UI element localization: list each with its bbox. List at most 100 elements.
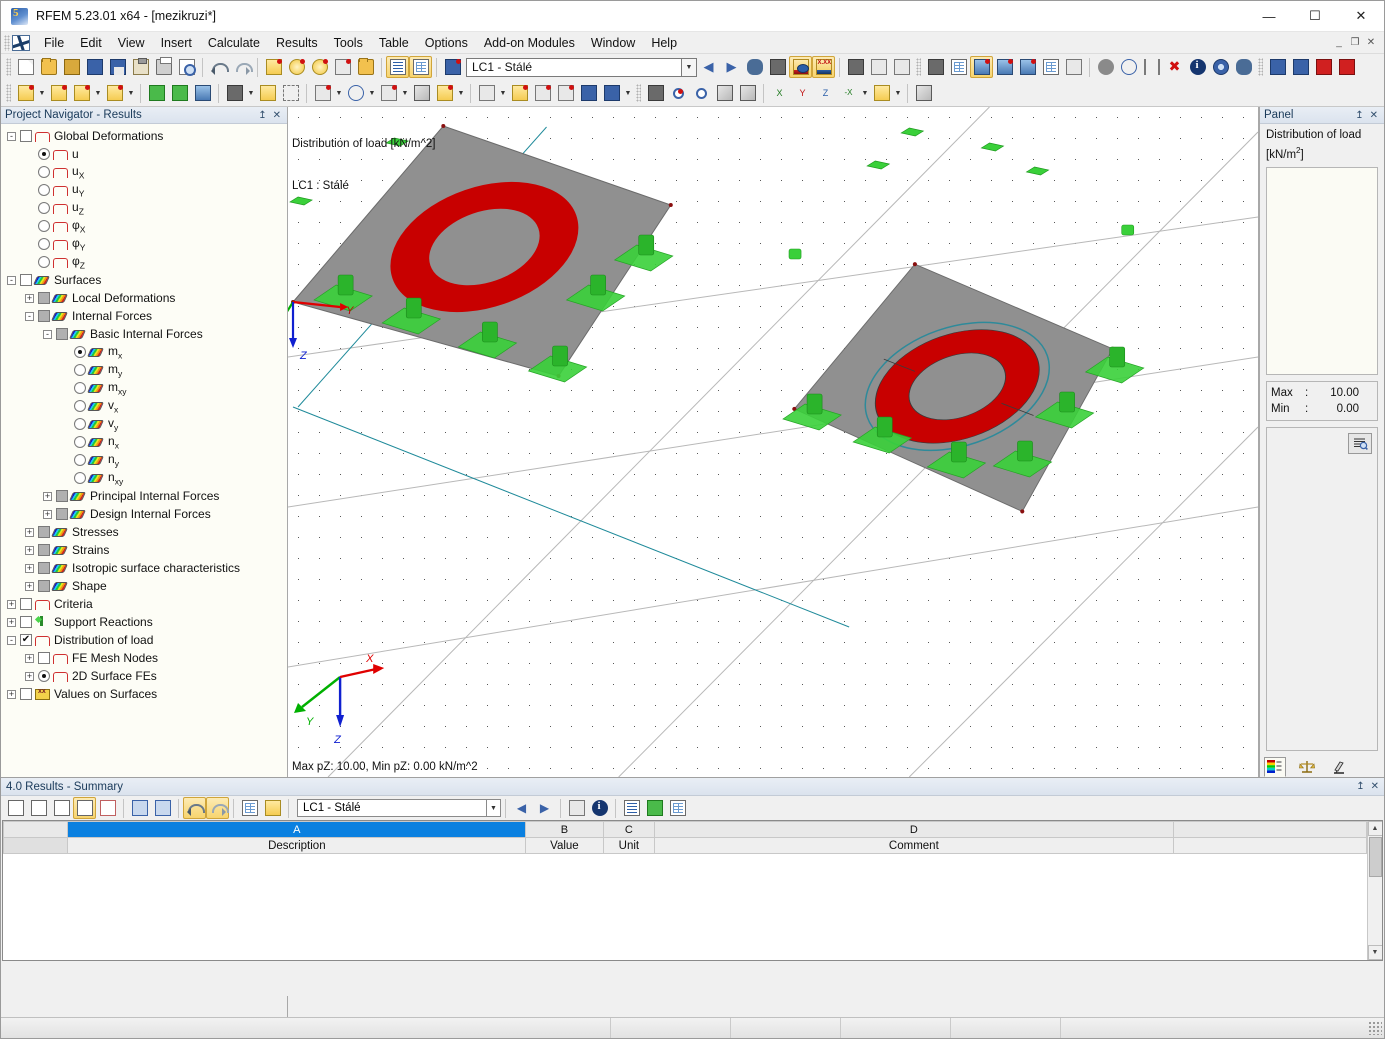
tree-radio-button[interactable] [38,238,50,250]
tree-node[interactable]: + Isotropic surface characteristics [1,559,287,577]
tree-checkbox[interactable] [38,580,50,592]
tree-node[interactable]: + Shape [1,577,287,595]
new-member-dropdown-icon[interactable]: ▼ [93,82,103,104]
tree-radio-button[interactable] [38,166,50,178]
tree-node[interactable]: nxy [1,469,287,487]
view-settings-button[interactable] [870,82,893,104]
view-settings-dropdown-icon[interactable]: ▼ [893,82,903,104]
new-line-button[interactable] [47,82,70,104]
toolbar-grip-handle[interactable] [6,84,11,102]
toolbar-grip-handle[interactable] [1258,58,1263,76]
menu-options[interactable]: Options [417,34,476,52]
toolbar-grip-handle[interactable] [636,84,641,102]
render-model-button[interactable] [262,56,285,78]
tree-checkbox[interactable] [56,508,68,520]
results-info-button[interactable] [588,797,611,819]
menu-table[interactable]: Table [371,34,417,52]
next-load-case-button[interactable]: ▶ [720,56,743,78]
tree-checkbox[interactable] [56,490,68,502]
tree-checkbox[interactable] [38,292,50,304]
table-import-button[interactable] [27,797,50,819]
tree-expand-icon[interactable]: + [25,563,34,573]
close-button[interactable]: ✕ [1338,1,1384,32]
tree-node[interactable]: φY [1,235,287,253]
rotate-button[interactable] [344,82,367,104]
results-next-button[interactable]: ▶ [533,797,556,819]
show-result-values-button[interactable] [789,56,812,78]
tree-checkbox[interactable] [56,328,68,340]
navigator-pin-icon[interactable]: ↥ [258,110,266,121]
open-project-button[interactable] [60,56,83,78]
tree-node[interactable]: - Global Deformations [1,127,287,145]
tree-radio-button[interactable] [38,202,50,214]
view-in-y-button[interactable]: Y [791,82,814,104]
tree-checkbox[interactable] [20,598,32,610]
color-scale-legend[interactable] [1266,166,1378,375]
tree-radio-button[interactable] [74,382,86,394]
results-calculator-button[interactable] [666,797,689,819]
import-2-button[interactable] [1289,56,1312,78]
save-project-button[interactable] [83,56,106,78]
surface-results-button[interactable] [970,56,993,78]
menu-window[interactable]: Window [583,34,643,52]
maximize-button[interactable]: ☐ [1292,1,1338,32]
tree-expand-icon[interactable]: + [25,653,34,663]
delete-nodes-button[interactable]: ✖ [1163,56,1186,78]
tree-collapse-icon[interactable]: - [7,275,16,285]
dimension-button[interactable] [223,82,246,104]
tree-node[interactable]: + Stresses [1,523,287,541]
save-button[interactable] [106,56,129,78]
panel-close-icon[interactable]: ✕ [1370,110,1378,121]
tree-radio-button[interactable] [74,454,86,466]
calculate-button[interactable] [600,82,623,104]
symmetry-button[interactable] [1140,56,1163,78]
copy-objects-button[interactable] [433,82,456,104]
menu-tools[interactable]: Tools [326,34,371,52]
mesh-button[interactable] [924,56,947,78]
tree-node[interactable]: - Basic Internal Forces [1,325,287,343]
tree-expand-icon[interactable]: + [7,689,16,699]
table-insert-button[interactable] [50,797,73,819]
support-reactions-button[interactable] [867,56,890,78]
tree-radio-button[interactable] [38,148,50,160]
menu-help[interactable]: Help [643,34,685,52]
mirror-dropdown-icon[interactable]: ▼ [400,82,410,104]
panel-tab-color-scale[interactable] [1264,757,1286,777]
mesh-points-button[interactable] [947,56,970,78]
move-button[interactable] [311,82,334,104]
surface-results-2-button[interactable] [993,56,1016,78]
table-undo-button[interactable] [183,797,206,819]
render-mode-button[interactable] [912,82,935,104]
menu-addon-modules[interactable]: Add-on Modules [476,34,583,52]
tree-radio-button[interactable] [38,220,50,232]
scroll-down-arrow-icon[interactable]: ▼ [1367,945,1382,960]
model-check-button[interactable] [1232,56,1255,78]
result-values-button[interactable] [766,56,789,78]
results-prev-button[interactable]: ◀ [510,797,533,819]
tree-node[interactable]: mx [1,343,287,361]
new-file-button[interactable] [14,56,37,78]
info-button[interactable] [1186,56,1209,78]
results-load-case-selector[interactable]: LC1 - Stálé [297,799,487,817]
show-tables-button[interactable] [386,56,409,78]
menu-view[interactable]: View [110,34,153,52]
mdi-close-button[interactable]: ✕ [1364,36,1378,50]
select-objects-button[interactable] [331,56,354,78]
calculate-dropdown-icon[interactable]: ▼ [623,82,633,104]
tree-node[interactable]: u [1,145,287,163]
export-2-button[interactable] [1335,56,1358,78]
tree-expand-icon[interactable]: + [43,491,52,501]
previous-load-case-button[interactable]: ◀ [697,56,720,78]
mdi-minimize-button[interactable]: _ [1332,36,1346,50]
menu-results[interactable]: Results [268,34,326,52]
tree-checkbox[interactable] [38,544,50,556]
measure-button[interactable] [1094,56,1117,78]
scrollbar-thumb[interactable] [1368,837,1382,877]
support-forces-button[interactable] [890,56,913,78]
column-letter-a[interactable]: A [67,821,527,838]
fe-mesh-gen-button[interactable] [577,82,600,104]
new-node-button[interactable] [14,82,37,104]
results-table-scrollbar[interactable]: ▲ ▼ [1367,821,1382,960]
zoom-out-button[interactable] [690,82,713,104]
tree-node[interactable]: + Principal Internal Forces [1,487,287,505]
